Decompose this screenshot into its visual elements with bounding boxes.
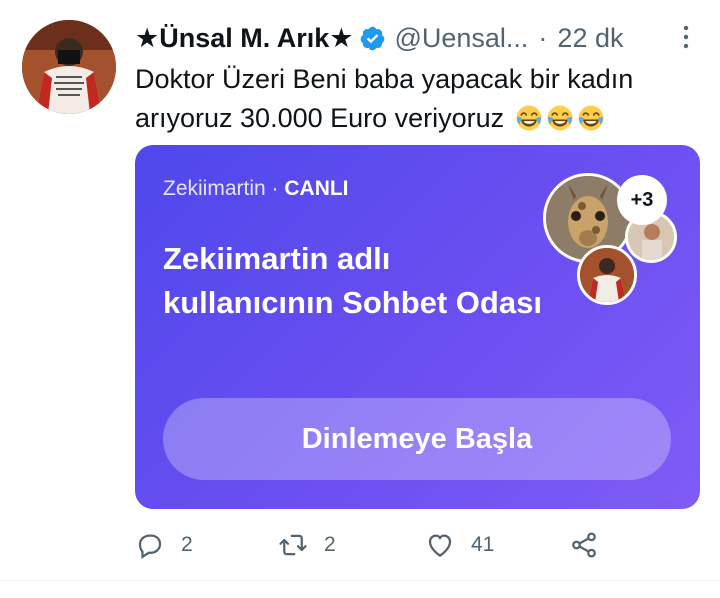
- tweet[interactable]: ★Ünsal M. Arık★ @Uensal... · 22 dk Dokto…: [0, 0, 720, 598]
- heart-icon: [428, 534, 452, 557]
- share-icon: [572, 532, 596, 558]
- author-avatar[interactable]: [22, 20, 116, 114]
- header-separator: ·: [538, 22, 548, 53]
- space-participants: +3: [543, 173, 677, 305]
- start-listening-button[interactable]: Dinlemeye Başla: [163, 398, 671, 480]
- author-display-name[interactable]: ★Ünsal M. Arık★: [135, 23, 353, 54]
- tweet-actions: 2 2 41: [135, 528, 695, 562]
- emoji-row: [512, 103, 605, 133]
- space-meta-separator: ·: [265, 177, 285, 200]
- space-host-name: Zekiimartin: [163, 177, 266, 200]
- space-meta: Zekiimartin · CANLI: [163, 177, 349, 201]
- verified-badge-icon: [361, 26, 385, 50]
- retweet-count: 2: [324, 533, 336, 556]
- tweet-divider: [0, 580, 720, 581]
- face-with-tears-of-joy-icon: [516, 105, 542, 131]
- reply-icon: [138, 534, 162, 559]
- like-button[interactable]: 41: [425, 528, 494, 562]
- retweet-icon: [279, 534, 307, 556]
- space-live-badge: CANLI: [284, 177, 349, 200]
- more-options-icon[interactable]: [680, 24, 692, 50]
- space-card[interactable]: Zekiimartin · CANLI Zekiimartin adlı kul…: [135, 145, 700, 509]
- participant-avatar: [577, 245, 637, 305]
- tweet-text: Doktor Üzeri Beni baba yapacak bir kadın…: [135, 60, 705, 138]
- share-button[interactable]: [569, 528, 599, 562]
- face-with-tears-of-joy-icon: [578, 105, 604, 131]
- reply-count: 2: [181, 533, 193, 556]
- author-handle[interactable]: @Uensal...: [394, 23, 528, 54]
- reply-button[interactable]: 2: [135, 528, 193, 562]
- face-with-tears-of-joy-icon: [547, 105, 573, 131]
- tweet-header: ★Ünsal M. Arık★ @Uensal... · 22 dk: [135, 20, 623, 56]
- tweet-timestamp[interactable]: 22 dk: [557, 23, 623, 54]
- retweet-button[interactable]: 2: [278, 528, 336, 562]
- extra-participants-count: +3: [617, 175, 667, 225]
- space-title: Zekiimartin adlı kullanıcının Sohbet Oda…: [163, 241, 542, 320]
- like-count: 41: [471, 533, 495, 556]
